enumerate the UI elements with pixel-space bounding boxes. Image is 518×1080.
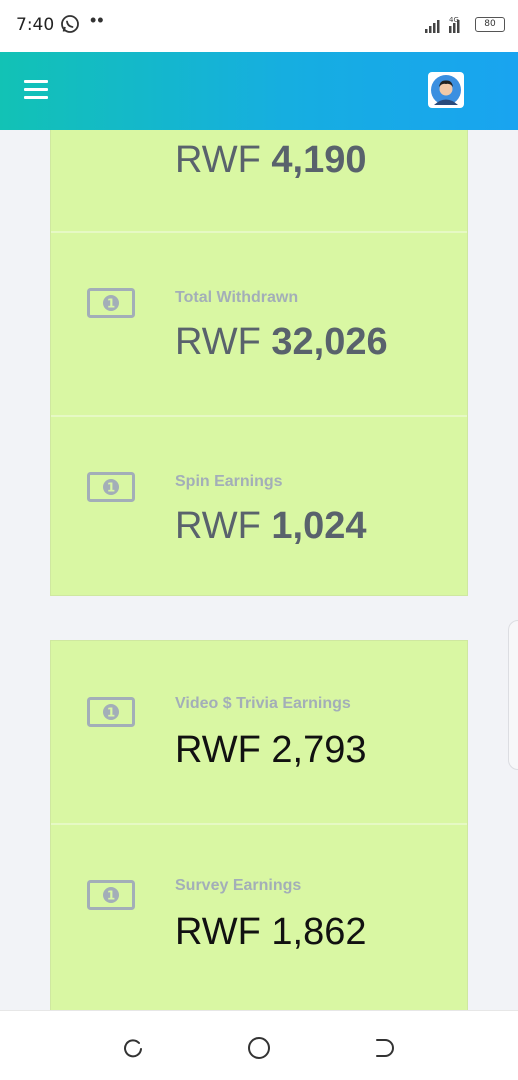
stat-row: 1 Survey Earnings RWF 1,862 bbox=[51, 825, 467, 1010]
earnings-card: 1 RWF 4,190 1 Total Withdrawn RWF 32,026 bbox=[50, 130, 468, 596]
signal-icon: 4G bbox=[425, 16, 469, 39]
user-avatar[interactable] bbox=[428, 72, 464, 108]
stat-value: RWF 32,026 bbox=[175, 321, 388, 363]
stat-value: RWF 1,862 bbox=[175, 911, 367, 953]
hamburger-menu-icon[interactable] bbox=[24, 80, 48, 100]
svg-text:1: 1 bbox=[107, 706, 115, 720]
money-icon: 1 bbox=[87, 697, 135, 727]
recent-apps-icon[interactable] bbox=[120, 1035, 146, 1061]
system-nav-bar bbox=[0, 1010, 518, 1080]
svg-text:1: 1 bbox=[107, 889, 115, 903]
stat-value: RWF 2,793 bbox=[175, 729, 367, 771]
app-bar bbox=[0, 52, 518, 130]
stat-value: RWF 4,190 bbox=[175, 139, 367, 181]
stat-row: 1 Video $ Trivia Earnings RWF 2,793 bbox=[51, 641, 467, 823]
notification-dots: •• bbox=[90, 10, 105, 30]
status-time: 7:40 bbox=[16, 15, 55, 35]
stat-row: 1 RWF 4,190 bbox=[51, 130, 467, 231]
stat-row: 1 Total Withdrawn RWF 32,026 bbox=[51, 233, 467, 415]
money-icon: 1 bbox=[87, 880, 135, 910]
stat-label: Total Withdrawn bbox=[175, 289, 299, 306]
side-scroll-handle[interactable] bbox=[508, 620, 518, 770]
whatsapp-icon bbox=[60, 14, 80, 39]
battery-icon: 80 bbox=[475, 17, 505, 32]
svg-text:1: 1 bbox=[107, 481, 115, 495]
stat-value: RWF 1,024 bbox=[175, 505, 367, 547]
svg-text:1: 1 bbox=[107, 297, 115, 311]
back-icon[interactable] bbox=[372, 1035, 398, 1061]
stat-label: Survey Earnings bbox=[175, 877, 302, 894]
earnings-card: 1 Video $ Trivia Earnings RWF 2,793 1 Su… bbox=[50, 640, 468, 1010]
status-bar: 7:40 •• 4G 80 bbox=[0, 0, 518, 52]
stat-row: 1 Spin Earnings RWF 1,024 bbox=[51, 417, 467, 597]
money-icon: 1 bbox=[87, 472, 135, 502]
stat-label: Video $ Trivia Earnings bbox=[175, 695, 351, 712]
dashboard-content: 1 RWF 4,190 1 Total Withdrawn RWF 32,026 bbox=[0, 130, 518, 1010]
money-icon: 1 bbox=[87, 288, 135, 318]
home-icon[interactable] bbox=[246, 1035, 272, 1061]
stat-label: Spin Earnings bbox=[175, 473, 283, 490]
